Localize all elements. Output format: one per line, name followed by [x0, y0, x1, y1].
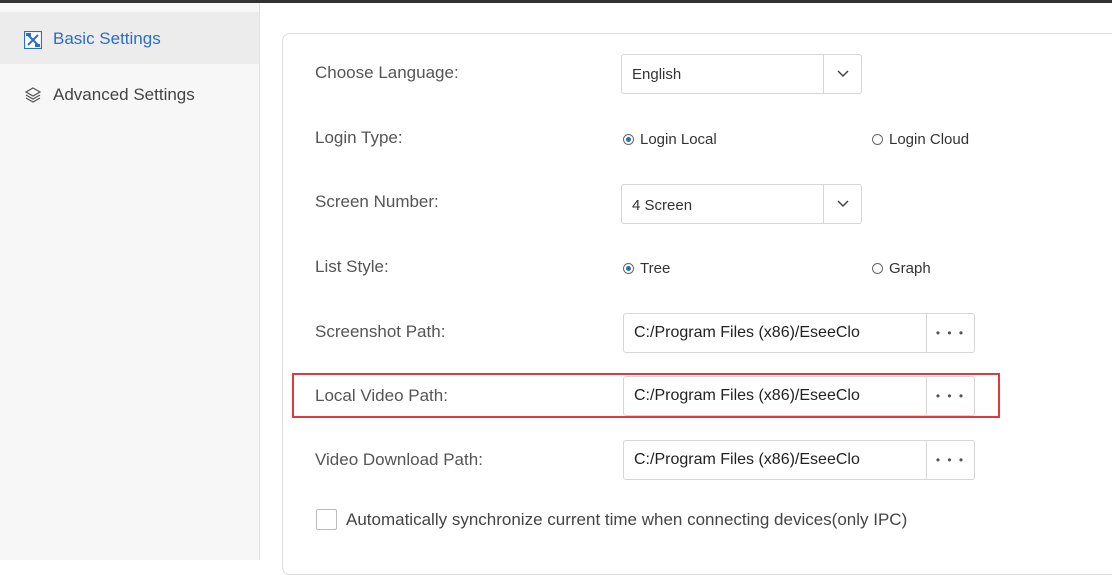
screen-number-select[interactable]: 4 Screen [621, 184, 862, 224]
screenshot-path-label: Screenshot Path: [315, 322, 446, 341]
settings-panel [282, 33, 1112, 575]
screen-number-label: Screen Number: [315, 192, 439, 211]
radio-selected-icon [623, 134, 634, 145]
radio-unselected-icon [872, 263, 883, 274]
language-select[interactable]: English [621, 54, 862, 94]
radio-unselected-icon [872, 134, 883, 145]
radio-login-local[interactable]: Login Local [623, 131, 717, 148]
video-download-path-label: Video Download Path: [315, 450, 483, 469]
video-download-path-value: C:/Program Files (x86)/EseeClo [634, 451, 860, 468]
radio-graph[interactable]: Graph [872, 260, 931, 277]
screenshot-path-field[interactable]: C:/Program Files (x86)/EseeClo • • • [623, 313, 975, 353]
radio-label: Login Cloud [889, 131, 970, 148]
auto-sync-label: Automatically synchronize current time w… [346, 509, 908, 529]
screenshot-path-value: C:/Program Files (x86)/EseeClo [634, 324, 860, 341]
language-value: English [632, 66, 682, 83]
sidebar-item-basic-settings[interactable]: Basic Settings [0, 12, 259, 64]
browse-button[interactable]: • • • [926, 314, 974, 352]
sidebar-item-label: Basic Settings [53, 29, 161, 48]
language-label: Choose Language: [315, 63, 459, 82]
login-type-label: Login Type: [315, 128, 403, 147]
radio-label: Login Local [640, 131, 717, 148]
video-download-path-field[interactable]: C:/Program Files (x86)/EseeClo • • • [623, 440, 975, 480]
radio-login-cloud[interactable]: Login Cloud [872, 131, 969, 148]
chevron-down-icon[interactable] [823, 55, 861, 93]
sidebar-item-label: Advanced Settings [53, 85, 195, 104]
sidebar: Basic Settings Advanced Settings [0, 3, 260, 560]
radio-selected-icon [623, 263, 634, 274]
list-style-label: List Style: [315, 257, 389, 276]
radio-label: Graph [889, 260, 931, 277]
layers-icon [24, 86, 42, 104]
auto-sync-checkbox-row[interactable]: Automatically synchronize current time w… [316, 509, 907, 530]
browse-button[interactable]: • • • [926, 441, 974, 479]
radio-tree[interactable]: Tree [623, 260, 670, 277]
sidebar-item-advanced-settings[interactable]: Advanced Settings [0, 66, 259, 124]
screen-number-value: 4 Screen [632, 197, 693, 214]
chevron-down-icon[interactable] [823, 185, 861, 223]
highlight-box [292, 373, 1000, 418]
tools-icon [23, 30, 43, 50]
radio-label: Tree [640, 260, 671, 277]
auto-sync-checkbox[interactable] [316, 509, 337, 530]
